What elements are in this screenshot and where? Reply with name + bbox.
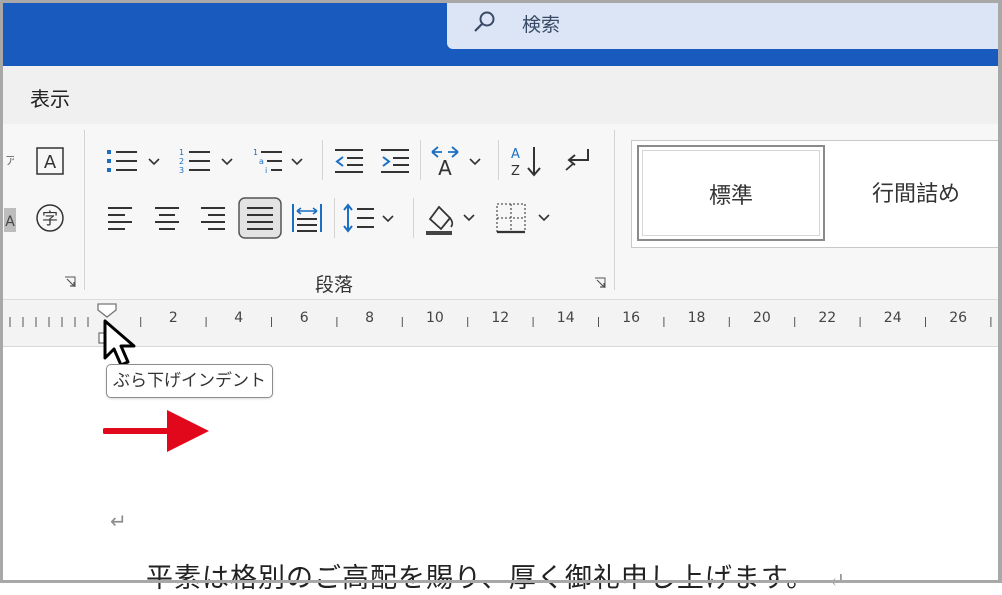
bullets-icon[interactable] — [105, 146, 163, 176]
paragraph-separator — [322, 140, 323, 180]
multilevel-list-icon[interactable]: 1ai — [252, 146, 310, 176]
svg-text:1: 1 — [179, 148, 184, 157]
paragraph-separator — [334, 198, 335, 238]
shading-icon[interactable] — [422, 199, 482, 237]
paragraph-separator — [498, 140, 499, 180]
ruler-number: 10 — [426, 310, 444, 326]
group-separator — [614, 130, 615, 290]
ruler-number: 18 — [687, 310, 706, 326]
tab-view[interactable]: 表示 — [30, 83, 70, 112]
svg-text:字: 字 — [42, 209, 58, 228]
numbering-icon[interactable]: 123 — [178, 146, 236, 176]
asian-layout-icon[interactable]: A — [428, 144, 484, 178]
borders-icon[interactable] — [494, 201, 554, 235]
svg-text:A: A — [438, 156, 452, 178]
mouse-cursor-icon — [103, 319, 136, 367]
font-group-partial-icon: ァ — [4, 152, 14, 168]
search-label: 検索 — [522, 14, 561, 36]
ruler-number: 8 — [365, 310, 375, 326]
ribbon-tab-row — [3, 66, 998, 124]
increase-indent-icon[interactable] — [379, 146, 411, 176]
ruler-number: 24 — [883, 310, 902, 326]
ruler-number: 2 — [168, 310, 178, 326]
paragraph-separator — [420, 140, 421, 180]
svg-text:1: 1 — [253, 148, 258, 157]
sort-icon[interactable]: A Z — [508, 144, 546, 178]
search-icon — [474, 11, 495, 32]
svg-text:Z: Z — [511, 164, 520, 178]
decrease-indent-icon[interactable] — [333, 146, 365, 176]
paragraph-mark: ↵ — [110, 509, 127, 533]
ruler-number: 22 — [818, 310, 837, 326]
justify-icon[interactable] — [238, 197, 282, 239]
distributed-icon[interactable] — [290, 201, 324, 235]
paragraph-dialog-launcher-icon[interactable] — [594, 277, 606, 289]
body-line: 平素は格別のご高配を賜り、厚く御礼申し上げます。 — [146, 563, 815, 594]
red-arrow-icon — [103, 410, 209, 452]
enclosed-character-icon[interactable]: 字 — [34, 202, 66, 234]
ruler-number: 4 — [234, 310, 244, 326]
svg-text:ァ: ァ — [4, 152, 14, 168]
ruler-number: 14 — [556, 310, 575, 326]
style-normal-label: 標準 — [708, 184, 753, 209]
group-separator — [84, 130, 85, 290]
paragraph-mark: ↵ — [828, 568, 846, 592]
ruler-number: 16 — [622, 310, 641, 326]
svg-text:3: 3 — [179, 166, 184, 175]
document-body-text: 平素は格別のご高配を賜り、厚く御礼申し上げます。 ↵ — [146, 556, 846, 595]
line-spacing-icon[interactable] — [342, 201, 400, 235]
align-right-icon[interactable] — [198, 203, 228, 233]
svg-text:i: i — [265, 166, 267, 175]
ruler-number: 20 — [753, 310, 771, 326]
style-no-spacing[interactable]: 行間詰め — [872, 176, 960, 208]
align-center-icon[interactable] — [152, 203, 182, 233]
paragraph-group-label: 段落 — [315, 274, 354, 296]
ruler-number: 12 — [491, 310, 510, 326]
svg-text:2: 2 — [179, 157, 184, 166]
character-border-icon[interactable]: A — [34, 145, 66, 177]
ruler-number: 6 — [299, 310, 309, 326]
svg-text:A: A — [511, 147, 520, 162]
show-hide-marks-icon[interactable] — [562, 146, 596, 176]
align-left-icon[interactable] — [105, 203, 135, 233]
ruler-number: 26 — [949, 310, 968, 326]
paragraph-separator — [413, 198, 414, 238]
svg-text:a: a — [259, 157, 264, 166]
tooltip: ぶら下げインデント — [106, 364, 273, 398]
style-normal[interactable]: 標準 — [637, 145, 825, 241]
svg-text:A: A — [44, 152, 57, 173]
svg-text:A: A — [5, 214, 15, 230]
character-shading-icon[interactable]: A — [4, 206, 16, 234]
font-dialog-launcher-icon[interactable] — [64, 276, 76, 288]
